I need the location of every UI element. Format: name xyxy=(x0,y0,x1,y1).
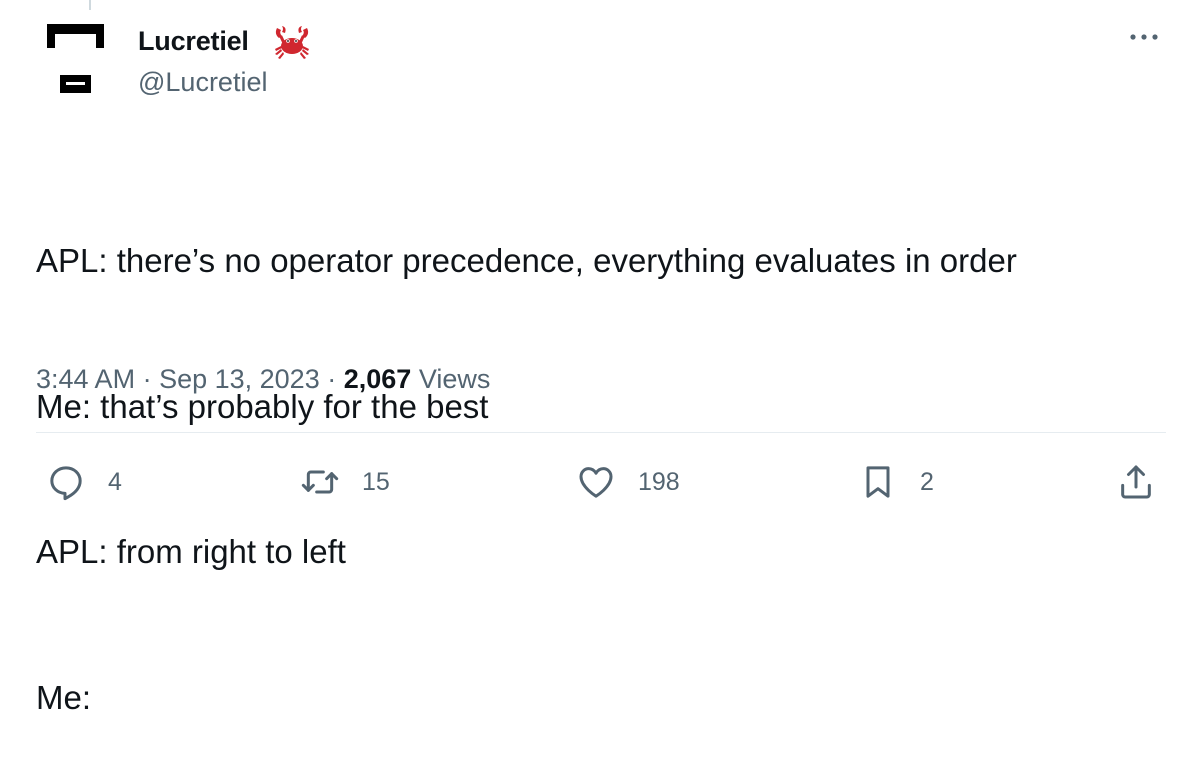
bookmark-icon xyxy=(866,466,890,498)
tweet-line: APL: there’s no operator precedence, eve… xyxy=(36,242,1017,279)
views-label: Views xyxy=(418,364,491,394)
tweet-line: APL: from right to left xyxy=(36,533,346,570)
avatar[interactable] xyxy=(40,20,118,98)
views-count: 2,067 xyxy=(343,364,412,394)
bookmark-count: 2 xyxy=(920,467,934,496)
tweet-time[interactable]: 3:44 AM xyxy=(36,364,135,394)
bookmark-button[interactable]: 2 xyxy=(858,462,934,502)
tweet-line: Me: xyxy=(36,678,92,716)
crab-icon xyxy=(273,24,311,60)
share-icon xyxy=(1121,465,1151,499)
reply-button[interactable]: 4 xyxy=(46,462,122,502)
reply-count: 4 xyxy=(108,467,122,496)
author-display-name[interactable]: Lucretiel xyxy=(138,26,249,57)
like-button[interactable]: 198 xyxy=(576,462,680,502)
author-handle[interactable]: @Lucretiel xyxy=(138,67,267,98)
retweet-button[interactable]: 15 xyxy=(300,462,390,502)
tweet-date[interactable]: Sep 13, 2023 xyxy=(159,364,320,394)
retweet-icon xyxy=(301,470,339,494)
tweet-meta: 3:44 AM · Sep 13, 2023 · 2,067 Views xyxy=(36,364,490,395)
like-count: 198 xyxy=(638,467,680,496)
retweet-count: 15 xyxy=(362,467,390,496)
heart-icon xyxy=(579,467,613,498)
meta-separator: · xyxy=(135,364,160,394)
reply-icon xyxy=(50,466,82,501)
more-options-icon[interactable] xyxy=(1124,22,1164,52)
avatar-image xyxy=(47,24,104,93)
divider xyxy=(36,432,1166,433)
thread-connector-line xyxy=(89,0,91,10)
share-button[interactable] xyxy=(1116,462,1156,502)
meta-separator: · xyxy=(319,364,344,394)
tweet-text: APL: there’s no operator precedence, eve… xyxy=(36,140,1017,771)
